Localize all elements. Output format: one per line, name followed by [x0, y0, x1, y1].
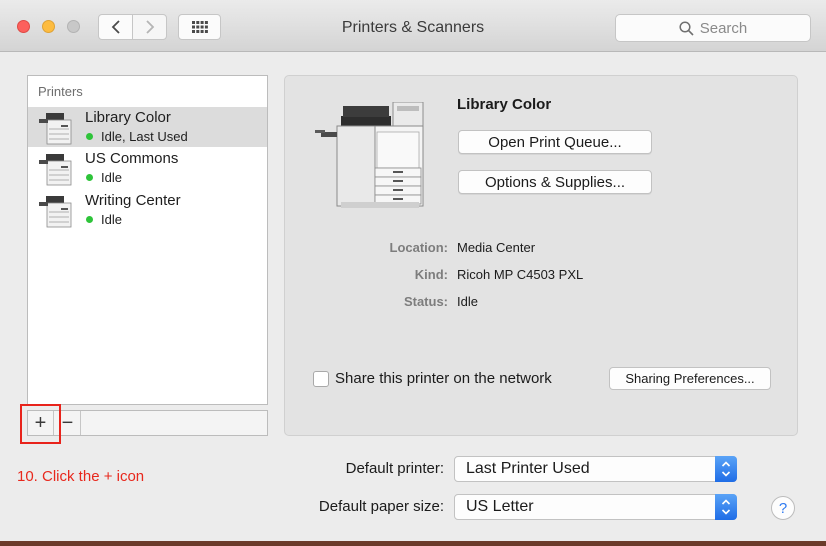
status-label: Status: — [403, 294, 448, 309]
printers-list-header: Printers — [38, 84, 83, 99]
default-paper-size-label: Default paper size: — [318, 498, 444, 515]
printer-list-item[interactable]: US Commons Idle — [28, 148, 267, 188]
printers-scanners-window: Printers & Scanners Search Printers Libr… — [0, 0, 826, 541]
search-placeholder: Search — [699, 19, 748, 37]
search-icon — [679, 20, 694, 36]
printer-status: Idle — [101, 212, 122, 227]
kind-value: Ricoh MP C4503 PXL — [457, 267, 584, 282]
search-field[interactable]: Search — [615, 14, 811, 42]
printer-status: Idle, Last Used — [101, 129, 188, 144]
printer-status: Idle — [101, 170, 122, 185]
printer-list-item[interactable]: Writing Center Idle — [28, 190, 267, 230]
share-printer-checkbox[interactable] — [313, 371, 329, 387]
default-paper-size-select[interactable]: US Letter — [454, 494, 737, 520]
printer-name: Writing Center — [85, 192, 181, 209]
status-value: Idle — [457, 294, 478, 309]
printer-detail-panel: Library Color Open Print Queue... Option… — [284, 75, 798, 436]
printer-name: Library Color — [85, 109, 171, 126]
selected-printer-name: Library Color — [457, 96, 552, 113]
default-printer-label: Default printer: — [345, 460, 444, 477]
printer-icon — [39, 154, 72, 186]
printer-image — [315, 102, 424, 208]
options-supplies-button[interactable]: Options & Supplies... — [458, 170, 652, 194]
printer-icon — [39, 113, 72, 145]
select-arrows-icon — [715, 456, 737, 482]
status-dot — [86, 133, 93, 140]
location-label: Location: — [389, 240, 449, 255]
help-button[interactable]: ? — [771, 496, 795, 520]
default-paper-size-value: US Letter — [466, 498, 534, 515]
annotation-highlight-box — [20, 404, 61, 444]
window-toolbar: Printers & Scanners Search — [0, 0, 826, 52]
default-printer-select[interactable]: Last Printer Used — [454, 456, 737, 482]
sharing-preferences-button[interactable]: Sharing Preferences... — [609, 367, 771, 390]
location-value: Media Center — [457, 240, 536, 255]
printers-list: Printers Library Color Idle, Last Used U… — [27, 75, 268, 405]
kind-label: Kind: — [414, 267, 448, 282]
printer-list-controls: + − — [27, 410, 268, 436]
select-arrows-icon — [715, 494, 737, 520]
status-dot — [86, 174, 93, 181]
printer-icon — [39, 196, 72, 228]
open-print-queue-button[interactable]: Open Print Queue... — [458, 130, 652, 154]
default-printer-value: Last Printer Used — [466, 460, 590, 477]
share-printer-label[interactable]: Share this printer on the network — [335, 370, 552, 387]
printer-list-item[interactable]: Library Color Idle, Last Used — [28, 107, 267, 147]
printer-name: US Commons — [85, 150, 179, 167]
status-dot — [86, 216, 93, 223]
